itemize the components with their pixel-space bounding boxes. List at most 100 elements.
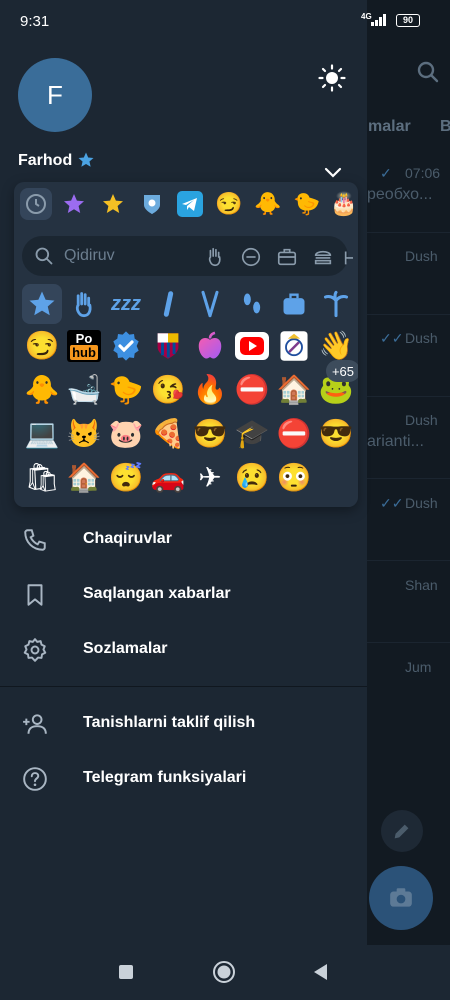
emoji-palm[interactable]: [316, 284, 356, 324]
emoji-cutlery[interactable]: [190, 284, 230, 324]
emoji-troll[interactable]: 😏: [22, 326, 62, 366]
vehicle-icon[interactable]: [342, 246, 358, 268]
chevron-down-icon[interactable]: [323, 166, 343, 180]
chat-time: Dush: [405, 248, 438, 264]
emoji-verified[interactable]: [106, 326, 146, 366]
emoji-apple[interactable]: [190, 326, 230, 366]
menu-item-calls[interactable]: Chaqiruvlar: [0, 512, 367, 567]
chat-time: Jum: [405, 659, 432, 675]
emoji-duck-2[interactable]: 🐤: [106, 370, 146, 410]
read-check: ✓✓: [380, 330, 404, 346]
status-time: 9:31: [20, 13, 50, 30]
system-nav-bar: [0, 945, 450, 1000]
emoji-footprints[interactable]: [232, 284, 272, 324]
add-user-icon: [23, 714, 47, 734]
purple-star-icon: [64, 194, 84, 213]
more-emoji-badge[interactable]: +65: [326, 360, 358, 382]
tab-telegram[interactable]: [174, 188, 206, 220]
menu-item-label: Telegram funksiyalari: [83, 769, 247, 786]
emoji-rm-crest[interactable]: [274, 326, 314, 366]
tab-troll[interactable]: 😏: [213, 188, 245, 220]
read-check: ✓: [380, 165, 392, 181]
emoji-house-smoke[interactable]: 🏠: [274, 370, 314, 410]
emoji-stick[interactable]: [148, 284, 188, 324]
emoji-fcb-crest[interactable]: [148, 326, 188, 366]
emoji-wave[interactable]: [64, 284, 104, 324]
emoji-pack-tabs: 😏 🐥 🐤 🎂: [14, 182, 358, 226]
tab-gold-star[interactable]: [97, 188, 129, 220]
emoji-no-entry-fire[interactable]: ⛔: [232, 370, 272, 410]
emoji-cool-duck[interactable]: 😎: [190, 414, 230, 454]
chat-time: Dush: [405, 412, 438, 428]
club-badge-icon: [144, 195, 160, 214]
folder-tab[interactable]: B: [440, 118, 450, 136]
emoji-youtube[interactable]: [232, 326, 272, 366]
status-bar: 9:31 4G 90: [0, 0, 450, 44]
camera-button[interactable]: [369, 866, 433, 930]
search-icon[interactable]: [416, 60, 440, 84]
emoji-star[interactable]: [22, 284, 62, 324]
recents-icon[interactable]: [116, 962, 136, 982]
minus-circle-icon[interactable]: [240, 246, 262, 268]
chat-preview: arianti...: [367, 433, 424, 450]
back-icon[interactable]: [311, 962, 331, 982]
chat-time: 07:06: [405, 165, 441, 181]
chat-time: Dush: [405, 495, 438, 511]
avatar[interactable]: F: [18, 58, 92, 132]
menu-item-saved-messages[interactable]: Saqlangan xabarlar: [0, 567, 367, 622]
emoji-sunglasses[interactable]: 😎: [316, 414, 356, 454]
help-icon: [23, 767, 47, 791]
username[interactable]: Farhod: [18, 152, 72, 170]
emoji-status-star-icon[interactable]: [77, 151, 95, 169]
search-placeholder: Qidiruv: [64, 247, 115, 264]
menu-item-telegram-features[interactable]: Telegram funksiyalari: [0, 751, 367, 806]
emoji-pig[interactable]: 🐷: [106, 414, 146, 454]
telegram-icon: [177, 191, 203, 217]
phone-icon: [24, 529, 46, 551]
battery-icon: 90: [396, 14, 420, 27]
emoji-no-entry[interactable]: ⛔: [274, 414, 314, 454]
theme-toggle-icon[interactable]: [318, 64, 346, 92]
folder-tab[interactable]: malar: [368, 118, 411, 136]
home-icon[interactable]: [212, 960, 236, 984]
menu-item-label: Chaqiruvlar: [83, 530, 172, 547]
menu-item-label: Tanishlarni taklif qilish: [83, 714, 256, 731]
tab-recent[interactable]: [20, 188, 52, 220]
chat-time: Dush: [405, 330, 438, 346]
tab-duck-add[interactable]: 🐥: [252, 188, 284, 220]
read-check: ✓✓: [380, 495, 404, 511]
clock-icon: [26, 194, 46, 214]
search-icon: [35, 247, 53, 265]
emoji-kiss[interactable]: 😘: [148, 370, 188, 410]
emoji-briefcase[interactable]: [274, 284, 314, 324]
divider: [0, 686, 367, 687]
menu-item-label: Sozlamalar: [83, 640, 168, 657]
emoji-red-cat[interactable]: 😾: [64, 414, 104, 454]
compose-button[interactable]: [381, 810, 423, 852]
tab-club-badge[interactable]: [136, 188, 168, 220]
signal-icon: [371, 14, 386, 26]
hand-wave-icon[interactable]: [204, 246, 226, 268]
briefcase-icon[interactable]: [276, 246, 298, 268]
camera-icon: [390, 888, 412, 907]
burger-icon[interactable]: [312, 246, 334, 268]
gear-icon: [23, 638, 47, 662]
tab-birthday-add[interactable]: 🎂: [328, 188, 358, 220]
emoji-fire-cat[interactable]: 🔥: [190, 370, 230, 410]
emoji-laptop-doge[interactable]: 💻: [22, 414, 62, 454]
tab-duck-add-2[interactable]: 🐤: [291, 188, 323, 220]
tab-purple-star[interactable]: [58, 188, 90, 220]
emoji-pizza[interactable]: 🍕: [148, 414, 188, 454]
gold-star-icon: [103, 194, 123, 213]
bookmark-icon: [27, 584, 43, 606]
navigation-drawer: F Farhod �: [0, 0, 367, 945]
emoji-zzz[interactable]: zzz: [106, 284, 146, 324]
emoji-graduate-duck[interactable]: 🎓: [232, 414, 272, 454]
menu-item-invite-friends[interactable]: Tanishlarni taklif qilish: [0, 696, 367, 751]
emoji-search-input[interactable]: Qidiruv: [22, 236, 353, 276]
emoji-ph-logo[interactable]: Po hub: [64, 326, 104, 366]
emoji-duck-bath[interactable]: 🛁: [64, 370, 104, 410]
menu-item-settings[interactable]: Sozlamalar: [0, 622, 367, 677]
chat-time: Shan: [405, 577, 438, 593]
emoji-duck[interactable]: 🐥: [22, 370, 62, 410]
